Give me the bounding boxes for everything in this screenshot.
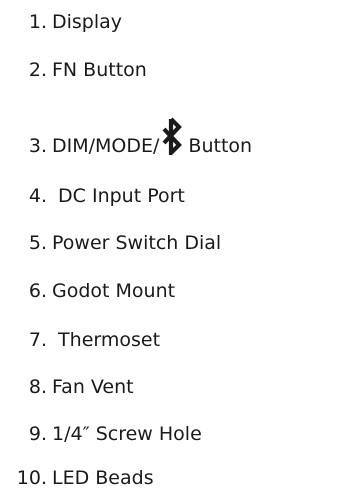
list-item: 3. DIM/MODE/ Button (0, 117, 253, 161)
item-number: 2. (28, 59, 47, 81)
item-number: 9. (28, 423, 47, 445)
parts-list: 1. Display 2. FN Button 3. DIM/MODE/ Button… (0, 0, 339, 498)
list-item: 9. 1/4″ Screw Hole (0, 419, 202, 449)
item-number: 8. (28, 376, 47, 398)
item-label: DC Input Port (52, 185, 185, 207)
item-number: 7. (28, 329, 47, 351)
list-item: 4. DC Input Port (0, 181, 185, 211)
item-label: LED Beads (52, 467, 154, 489)
item-label: Thermoset (52, 329, 161, 351)
item-label: 1/4″ Screw Hole (52, 423, 202, 445)
item-label-suffix: Button (188, 135, 253, 157)
item-number: 1. (28, 11, 47, 33)
list-item: 6. Godot Mount (0, 276, 175, 306)
item-label: Fan Vent (52, 376, 134, 398)
item-label: DIM/MODE/ (52, 135, 160, 157)
item-number: 6. (28, 280, 47, 302)
bluetooth-icon (160, 117, 183, 161)
item-number: 3. (28, 135, 47, 157)
list-item: 1. Display (0, 7, 122, 37)
item-label: Display (52, 11, 123, 33)
item-label: Power Switch Dial (52, 232, 222, 254)
item-label: Godot Mount (52, 280, 176, 302)
list-item: 10. LED Beads (0, 463, 154, 493)
list-item: 5. Power Switch Dial (0, 228, 221, 258)
list-item: 2. FN Button (0, 55, 147, 85)
list-item: 8. Fan Vent (0, 372, 134, 402)
list-item: 7. Thermoset (0, 325, 160, 355)
item-number: 10. (16, 467, 47, 489)
item-label: FN Button (52, 59, 147, 81)
item-number: 4. (28, 185, 47, 207)
item-number: 5. (28, 232, 47, 254)
